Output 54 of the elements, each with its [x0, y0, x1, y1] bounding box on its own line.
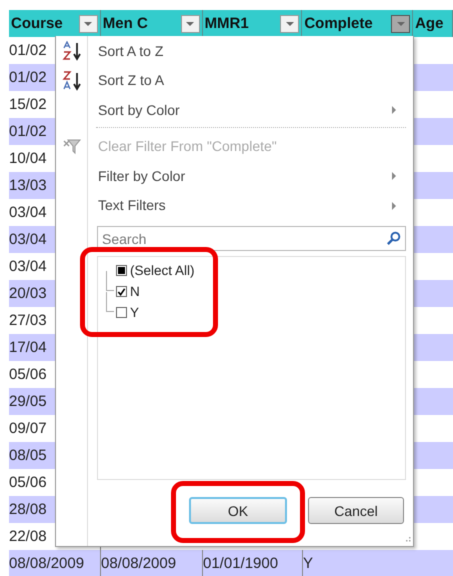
menu-item[interactable]: Text Filters: [56, 190, 406, 220]
checkbox[interactable]: [116, 286, 127, 297]
table-cell: 15/02: [9, 96, 47, 113]
search-icon: [386, 231, 401, 246]
submenu-arrow-icon: [392, 202, 396, 210]
table-cell: 29/05: [9, 393, 47, 410]
table-cell: 01/02: [9, 69, 47, 86]
table-cell: 05/06: [9, 366, 47, 383]
filter-dropdown-button[interactable]: [280, 15, 300, 33]
checkbox[interactable]: [116, 307, 127, 318]
table-cell: 27/03: [9, 312, 47, 329]
table-cell: 08/08/2009: [101, 555, 176, 572]
table-cell: 03/04: [9, 231, 47, 248]
filter-dropdown-button[interactable]: [180, 15, 200, 33]
column-header-label: Course: [11, 15, 63, 32]
menu-item[interactable]: Sort A to Z: [56, 36, 406, 66]
value-label: Y: [130, 305, 140, 320]
submenu-arrow-icon: [392, 172, 396, 180]
resize-grip-icon: [403, 536, 411, 544]
table-cell: 05/06: [9, 474, 47, 491]
value-label: (Select All): [130, 263, 195, 278]
sort-ascending-icon: [62, 41, 82, 61]
submenu-arrow-icon: [392, 106, 396, 114]
sort-descending-icon: [62, 70, 82, 90]
table-cell: 01/02: [9, 123, 47, 140]
value-label: N: [130, 284, 140, 299]
table-cell: 17/04: [9, 339, 47, 356]
table-cell: Y: [303, 555, 314, 572]
table-cell: 01/01/1900: [203, 555, 278, 572]
table-cell: 10/04: [9, 150, 47, 167]
table-cell: 08/05: [9, 447, 47, 464]
dialog-button[interactable]: Cancel: [308, 497, 404, 524]
filter-dropdown-button[interactable]: [78, 15, 98, 33]
menu-item[interactable]: Sort Z to A: [56, 66, 406, 95]
table-cell: 03/04: [9, 258, 47, 275]
table-cell: 03/04: [9, 204, 47, 221]
column-header-label: Complete: [304, 15, 373, 32]
checkbox[interactable]: [116, 265, 127, 276]
filter-dropdown-button[interactable]: [391, 15, 410, 33]
menu-item[interactable]: Filter by Color: [56, 161, 406, 190]
table-cell: 09/07: [9, 420, 47, 437]
column-header-label: Men C: [102, 15, 148, 32]
column-header-label: MMR1: [204, 15, 249, 32]
dialog-button[interactable]: OK: [189, 497, 287, 524]
table-cell: 01/02: [9, 42, 47, 59]
table-cell: 22/08: [9, 528, 47, 545]
table-cell: 08/08/2009: [9, 555, 84, 572]
column-header-label: Age: [415, 15, 444, 32]
search-field[interactable]: Search: [97, 226, 406, 251]
menu-item[interactable]: Sort by Color: [56, 95, 406, 124]
table-cell: 20/03: [9, 285, 47, 302]
table-cell: 13/03: [9, 177, 47, 194]
table-cell: 28/08: [9, 501, 47, 518]
clear-filter-icon: [62, 136, 82, 156]
